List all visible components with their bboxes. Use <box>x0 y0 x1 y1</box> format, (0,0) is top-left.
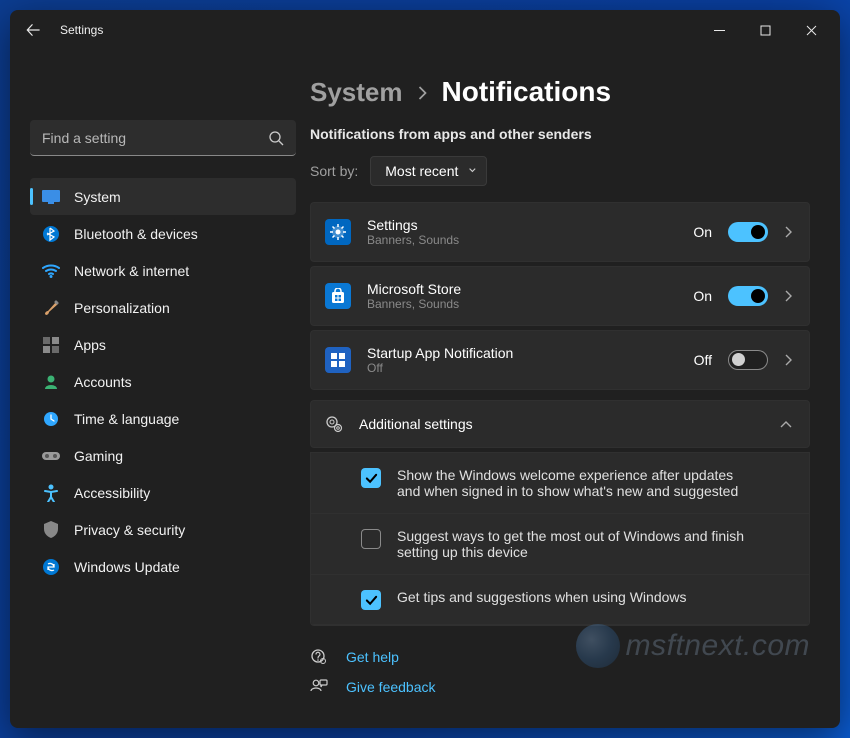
close-button[interactable] <box>788 14 834 46</box>
window-title: Settings <box>60 23 103 37</box>
nav-bluetooth[interactable]: Bluetooth & devices <box>30 215 296 252</box>
chevron-up-icon <box>779 420 793 429</box>
app-sub: Banners, Sounds <box>367 297 677 311</box>
nav-apps[interactable]: Apps <box>30 326 296 363</box>
nav-gaming[interactable]: Gaming <box>30 437 296 474</box>
breadcrumb: System Notifications <box>310 76 810 108</box>
additional-settings-expander[interactable]: Additional settings <box>310 400 810 448</box>
app-row-settings[interactable]: Settings Banners, Sounds On <box>310 202 810 262</box>
clock-icon <box>43 411 59 427</box>
checkbox[interactable] <box>361 468 381 488</box>
nav-label: Accessibility <box>74 485 150 501</box>
chevron-right-icon <box>784 289 793 303</box>
app-row-microsoft-store[interactable]: Microsoft Store Banners, Sounds On <box>310 266 810 326</box>
toggle-state: On <box>693 288 712 304</box>
sort-dropdown[interactable]: Most recent <box>370 156 487 186</box>
check-row-suggest[interactable]: Suggest ways to get the most out of Wind… <box>311 514 809 575</box>
feedback-icon <box>310 678 328 696</box>
app-name: Startup App Notification <box>367 345 678 361</box>
nav-accounts[interactable]: Accounts <box>30 363 296 400</box>
apps-icon <box>43 337 59 353</box>
store-icon <box>325 283 351 309</box>
app-row-startup-notification[interactable]: Startup App Notification Off Off <box>310 330 810 390</box>
page-title: Notifications <box>442 76 612 108</box>
nav-update[interactable]: Windows Update <box>30 548 296 585</box>
search-box[interactable] <box>30 120 296 156</box>
nav-time[interactable]: Time & language <box>30 400 296 437</box>
wifi-icon <box>42 264 60 278</box>
nav-label: Network & internet <box>74 263 189 279</box>
toggle-state: On <box>693 224 712 240</box>
get-help-link[interactable]: Get help <box>310 648 810 666</box>
app-name: Microsoft Store <box>367 281 677 297</box>
nav-label: Privacy & security <box>74 522 185 538</box>
accessibility-icon <box>43 484 59 502</box>
give-feedback-link[interactable]: Give feedback <box>310 678 810 696</box>
nav-label: Windows Update <box>74 559 180 575</box>
additional-settings-panel: Show the Windows welcome experience afte… <box>310 452 810 626</box>
titlebar: Settings <box>10 10 840 50</box>
nav-network[interactable]: Network & internet <box>30 252 296 289</box>
nav-accessibility[interactable]: Accessibility <box>30 474 296 511</box>
update-icon <box>43 559 59 575</box>
toggle-switch[interactable] <box>728 350 768 370</box>
nav-list: System Bluetooth & devices Network & int… <box>30 178 296 585</box>
brush-icon <box>42 299 60 317</box>
window-icon <box>325 347 351 373</box>
gear-icon <box>325 415 343 433</box>
check-row-welcome[interactable]: Show the Windows welcome experience afte… <box>311 453 809 514</box>
check-label: Get tips and suggestions when using Wind… <box>397 589 687 605</box>
search-input[interactable] <box>42 130 268 146</box>
chevron-right-icon <box>417 85 428 101</box>
nav-label: Gaming <box>74 448 123 464</box>
help-icon <box>310 648 328 666</box>
nav-label: Time & language <box>74 411 179 427</box>
back-icon[interactable] <box>26 23 40 37</box>
sidebar: System Bluetooth & devices Network & int… <box>10 50 310 728</box>
nav-personalization[interactable]: Personalization <box>30 289 296 326</box>
settings-icon <box>325 219 351 245</box>
person-icon <box>43 374 59 390</box>
section-label: Notifications from apps and other sender… <box>310 126 810 142</box>
check-label: Suggest ways to get the most out of Wind… <box>397 528 787 560</box>
nav-label: Accounts <box>74 374 132 390</box>
app-name: Settings <box>367 217 677 233</box>
minimize-button[interactable] <box>696 14 742 46</box>
settings-window: Settings System Bluetooth & devices <box>10 10 840 728</box>
shield-icon <box>44 521 58 538</box>
toggle-switch[interactable] <box>728 222 768 242</box>
checkbox[interactable] <box>361 590 381 610</box>
maximize-button[interactable] <box>742 14 788 46</box>
link-text: Get help <box>346 649 399 665</box>
checkbox[interactable] <box>361 529 381 549</box>
expander-title: Additional settings <box>359 416 763 432</box>
nav-privacy[interactable]: Privacy & security <box>30 511 296 548</box>
toggle-state: Off <box>694 352 712 368</box>
toggle-switch[interactable] <box>728 286 768 306</box>
link-text: Give feedback <box>346 679 436 695</box>
nav-label: Personalization <box>74 300 170 316</box>
main-content: System Notifications Notifications from … <box>310 50 840 728</box>
display-icon <box>42 190 60 204</box>
nav-label: System <box>74 189 121 205</box>
chevron-right-icon <box>784 353 793 367</box>
chevron-right-icon <box>784 225 793 239</box>
check-row-tips[interactable]: Get tips and suggestions when using Wind… <box>311 575 809 625</box>
breadcrumb-parent[interactable]: System <box>310 77 403 108</box>
search-icon <box>268 130 284 146</box>
sort-row: Sort by: Most recent <box>310 156 810 186</box>
bluetooth-icon <box>43 225 59 243</box>
nav-label: Apps <box>74 337 106 353</box>
sort-label: Sort by: <box>310 163 358 179</box>
nav-system[interactable]: System <box>30 178 296 215</box>
check-label: Show the Windows welcome experience afte… <box>397 467 757 499</box>
nav-label: Bluetooth & devices <box>74 226 198 242</box>
gamepad-icon <box>42 450 60 462</box>
app-sub: Off <box>367 361 678 375</box>
app-sub: Banners, Sounds <box>367 233 677 247</box>
